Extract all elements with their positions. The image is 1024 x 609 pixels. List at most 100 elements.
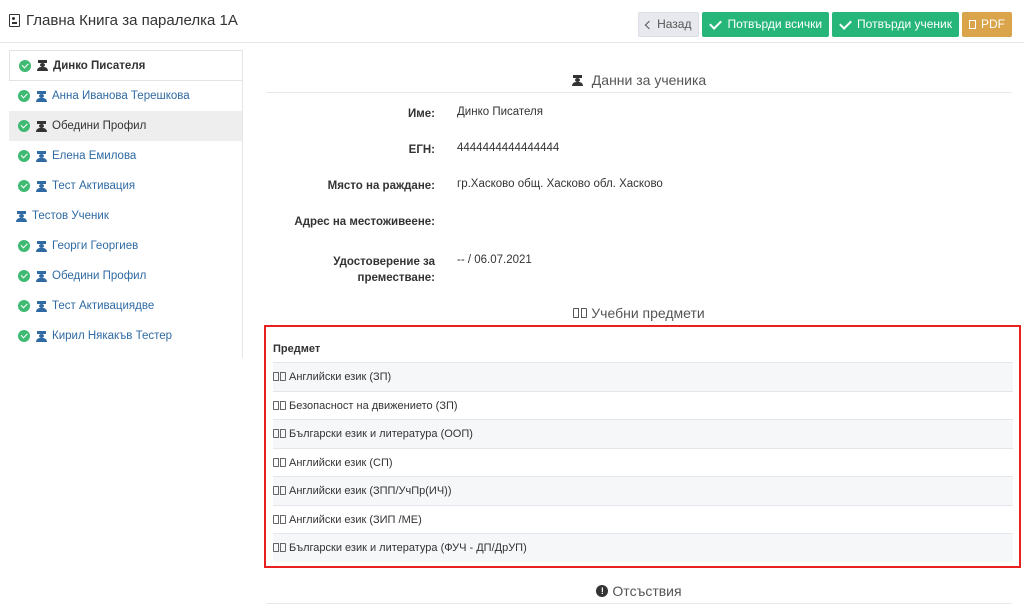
egn-label: ЕГН: — [408, 144, 435, 156]
confirm-student-button[interactable]: Потвърди ученик — [832, 12, 959, 37]
birthplace-label: Място на раждане: — [327, 180, 435, 192]
book-icon — [273, 515, 286, 525]
page-title-text: Главна Книга за паралелка 1А — [26, 12, 238, 29]
graduate-icon — [36, 270, 47, 282]
confirm-student-label: Потвърди ученик — [857, 17, 952, 31]
chevron-left-icon — [644, 20, 654, 29]
address-label: Адрес на местоживеене: — [294, 216, 435, 228]
graduate-icon — [36, 330, 47, 342]
student-name: Елена Емилова — [52, 150, 137, 162]
absences-section-title: ! Отсъствия — [266, 583, 1012, 599]
toolbar: Назад Потвърди всички Потвърди ученик PD… — [638, 12, 1012, 37]
confirm-all-label: Потвърди всички — [727, 17, 823, 31]
student-name: Тест Активация — [52, 180, 136, 192]
student-list-item[interactable]: Динко Писателя — [9, 50, 242, 81]
table-row[interactable]: Английски език (ЗИП /МЕ) — [273, 505, 1013, 534]
student-list-item[interactable]: Тест Активация — [9, 171, 242, 201]
subject-name: Английски език (ЗИП /МЕ) — [289, 514, 422, 526]
subject-name: Български език и литература (ФУЧ - ДП/Др… — [289, 542, 527, 554]
pdf-button-label: PDF — [981, 17, 1005, 31]
book-icon — [273, 486, 286, 496]
transfer-certificate-label: Удостоверение за преместване: — [333, 256, 435, 284]
section-divider — [266, 603, 1012, 604]
check-circle-icon — [19, 59, 31, 72]
graduate-icon — [36, 300, 47, 312]
transfer-certificate-value: -- / 06.07.2021 — [457, 254, 532, 266]
student-section-title: Данни за ученика — [266, 72, 1012, 88]
back-button-label: Назад — [657, 17, 692, 31]
book-icon — [273, 401, 286, 411]
student-list-item[interactable]: Тестов Ученик — [9, 201, 242, 231]
check-circle-icon — [18, 270, 30, 282]
subjects-section-title-text: Учебни предмети — [591, 305, 705, 321]
check-circle-icon — [18, 90, 30, 102]
student-name: Динко Писателя — [53, 59, 146, 72]
book-icon — [573, 307, 588, 319]
student-list-item[interactable]: Елена Емилова — [9, 141, 242, 171]
graduate-icon — [36, 180, 47, 192]
document-icon — [9, 14, 20, 27]
student-list-item[interactable]: Анна Иванова Терешкова — [9, 81, 242, 111]
subject-name: Български език и литература (ООП) — [289, 428, 473, 440]
student-name: Обедини Профил — [52, 120, 147, 132]
graduate-icon — [571, 74, 583, 86]
back-button[interactable]: Назад — [638, 12, 700, 37]
table-row[interactable]: Български език и литература (ООП) — [273, 419, 1013, 448]
student-list-item[interactable]: Тест Активациядве — [9, 291, 242, 321]
student-name: Георги Георгиев — [52, 240, 139, 252]
graduate-icon — [37, 60, 48, 71]
student-list-item[interactable]: Обедини Профил — [9, 261, 242, 291]
table-row[interactable]: Безопасност на движението (ЗП) — [273, 391, 1013, 420]
subject-name: Английски език (ЗПП/УчПр(ИЧ)) — [289, 485, 452, 497]
section-divider — [266, 92, 1012, 93]
egn-value: 4444444444444444 — [457, 142, 560, 154]
subject-name: Английски език (СП) — [289, 457, 393, 469]
check-circle-icon — [18, 180, 30, 192]
student-name: Анна Иванова Терешкова — [52, 90, 190, 102]
check-circle-icon — [18, 240, 30, 252]
check-circle-icon — [18, 300, 30, 312]
table-row[interactable]: Английски език (ЗПП/УчПр(ИЧ)) — [273, 476, 1013, 505]
student-name: Кирил Някакъв Тестер — [52, 330, 173, 342]
student-section-title-text: Данни за ученика — [591, 72, 707, 88]
student-list-item[interactable]: Кирил Някакъв Тестер — [9, 321, 242, 351]
student-list-item[interactable]: Георги Георгиев — [9, 231, 242, 261]
graduate-icon — [36, 150, 47, 162]
absences-section-title-text: Отсъствия — [612, 583, 682, 599]
check-circle-icon — [18, 330, 30, 342]
pdf-button[interactable]: PDF — [962, 12, 1012, 37]
subjects-section-title: Учебни предмети — [266, 305, 1012, 321]
birthplace-value: гр.Хасково общ. Хасково обл. Хасково — [457, 178, 663, 190]
check-icon — [839, 16, 852, 30]
book-icon — [273, 429, 286, 439]
table-row[interactable]: Български език и литература (ФУЧ - ДП/Др… — [273, 533, 1013, 562]
check-circle-icon — [18, 120, 30, 132]
subject-name: Безопасност на движението (ЗП) — [289, 400, 458, 412]
student-name: Тестов Ученик — [32, 210, 109, 222]
pdf-file-icon — [969, 20, 976, 29]
subject-name: Английски език (ЗП) — [289, 371, 392, 383]
book-icon — [273, 543, 286, 553]
book-icon — [273, 372, 286, 382]
header-divider — [0, 42, 1024, 43]
student-name: Тест Активациядве — [52, 300, 155, 312]
exclamation-circle-icon: ! — [596, 585, 609, 597]
graduate-icon — [16, 210, 27, 222]
check-circle-icon — [18, 150, 30, 162]
student-list-item[interactable]: Обедини Профил — [9, 111, 242, 141]
table-row[interactable]: Английски език (ЗП) — [273, 362, 1013, 391]
table-row[interactable]: Английски език (СП) — [273, 448, 1013, 477]
student-list: Динко Писателя Анна Иванова Терешкова Об… — [9, 50, 243, 358]
book-icon — [273, 458, 286, 468]
confirm-all-button[interactable]: Потвърди всички — [702, 12, 830, 37]
name-label: Име: — [408, 108, 435, 120]
graduate-icon — [36, 90, 47, 102]
student-name: Обедини Профил — [52, 270, 147, 282]
check-icon — [709, 16, 723, 30]
page-title: Главна Книга за паралелка 1А — [9, 12, 238, 29]
subjects-table: Предмет Английски език (ЗП) Безопасност … — [264, 325, 1021, 568]
name-value: Динко Писателя — [457, 106, 543, 118]
graduate-icon — [36, 120, 47, 132]
subject-column-header: Предмет — [273, 343, 321, 355]
graduate-icon — [36, 240, 47, 252]
